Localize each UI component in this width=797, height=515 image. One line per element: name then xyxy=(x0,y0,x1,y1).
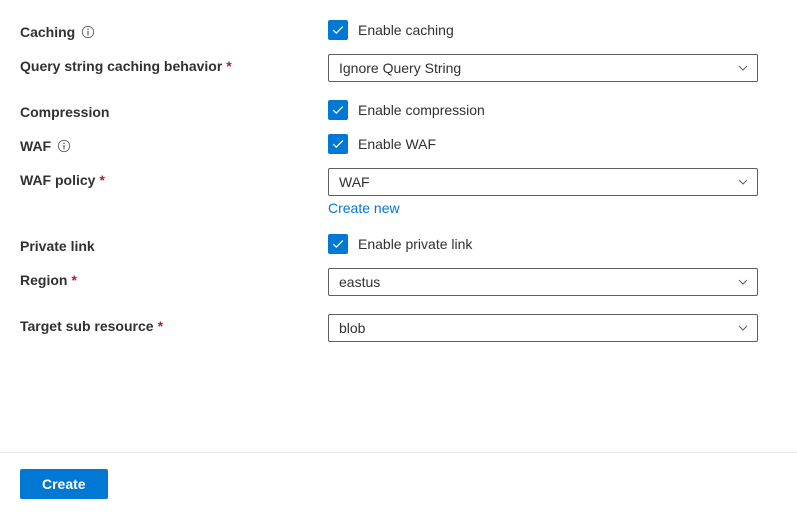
label-waf-text: WAF xyxy=(20,138,51,154)
row-caching: Caching Enable caching xyxy=(20,20,777,40)
label-compression-text: Compression xyxy=(20,104,109,120)
footer: Create xyxy=(0,452,797,515)
label-private-link: Private link xyxy=(20,234,328,254)
control-compression: Enable compression xyxy=(328,100,758,120)
control-target-sub: blob xyxy=(328,314,758,342)
checkbox-wrap-caching: Enable caching xyxy=(328,20,758,40)
control-waf-policy: WAF Create new xyxy=(328,168,758,216)
checkbox-private-link-label: Enable private link xyxy=(358,236,472,252)
row-region: Region * eastus xyxy=(20,268,777,296)
dropdown-query-string[interactable]: Ignore Query String xyxy=(328,54,758,82)
checkbox-private-link[interactable] xyxy=(328,234,348,254)
info-icon[interactable] xyxy=(81,25,95,39)
checkbox-wrap-waf: Enable WAF xyxy=(328,134,758,154)
label-caching-text: Caching xyxy=(20,24,75,40)
checkbox-wrap-private-link: Enable private link xyxy=(328,234,758,254)
info-icon[interactable] xyxy=(57,139,71,153)
control-private-link: Enable private link xyxy=(328,234,758,254)
dropdown-target-sub-value: blob xyxy=(339,320,365,336)
control-query-string: Ignore Query String xyxy=(328,54,758,82)
control-region: eastus xyxy=(328,268,758,296)
checkbox-waf-label: Enable WAF xyxy=(358,136,436,152)
control-waf: Enable WAF xyxy=(328,134,758,154)
required-marker: * xyxy=(226,58,231,74)
row-waf: WAF Enable WAF xyxy=(20,134,777,154)
control-caching: Enable caching xyxy=(328,20,758,40)
checkbox-compression-label: Enable compression xyxy=(358,102,485,118)
label-caching: Caching xyxy=(20,20,328,40)
label-waf-policy-text: WAF policy xyxy=(20,172,95,188)
checkbox-waf[interactable] xyxy=(328,134,348,154)
label-query-string-text: Query string caching behavior xyxy=(20,58,222,74)
link-create-new[interactable]: Create new xyxy=(328,200,400,216)
checkbox-caching-label: Enable caching xyxy=(358,22,454,38)
dropdown-region-value: eastus xyxy=(339,274,380,290)
dropdown-waf-policy[interactable]: WAF xyxy=(328,168,758,196)
dropdown-query-string-value: Ignore Query String xyxy=(339,60,461,76)
chevron-down-icon xyxy=(737,322,749,334)
create-button[interactable]: Create xyxy=(20,469,108,499)
chevron-down-icon xyxy=(737,276,749,288)
row-private-link: Private link Enable private link xyxy=(20,234,777,254)
row-target-sub: Target sub resource * blob xyxy=(20,314,777,342)
dropdown-region[interactable]: eastus xyxy=(328,268,758,296)
row-waf-policy: WAF policy * WAF Create new xyxy=(20,168,777,216)
form-area: Caching Enable caching Query string cach… xyxy=(0,0,797,342)
required-marker: * xyxy=(158,318,163,334)
dropdown-waf-policy-value: WAF xyxy=(339,174,370,190)
checkbox-caching[interactable] xyxy=(328,20,348,40)
checkbox-wrap-compression: Enable compression xyxy=(328,100,758,120)
required-marker: * xyxy=(99,172,104,188)
dropdown-target-sub[interactable]: blob xyxy=(328,314,758,342)
label-target-sub: Target sub resource * xyxy=(20,314,328,334)
row-compression: Compression Enable compression xyxy=(20,100,777,120)
checkbox-compression[interactable] xyxy=(328,100,348,120)
required-marker: * xyxy=(71,272,76,288)
label-query-string: Query string caching behavior * xyxy=(20,54,328,74)
label-compression: Compression xyxy=(20,100,328,120)
label-waf-policy: WAF policy * xyxy=(20,168,328,188)
label-region-text: Region xyxy=(20,272,67,288)
label-private-link-text: Private link xyxy=(20,238,95,254)
chevron-down-icon xyxy=(737,176,749,188)
chevron-down-icon xyxy=(737,62,749,74)
row-query-string: Query string caching behavior * Ignore Q… xyxy=(20,54,777,82)
label-region: Region * xyxy=(20,268,328,288)
label-target-sub-text: Target sub resource xyxy=(20,318,154,334)
label-waf: WAF xyxy=(20,134,328,154)
